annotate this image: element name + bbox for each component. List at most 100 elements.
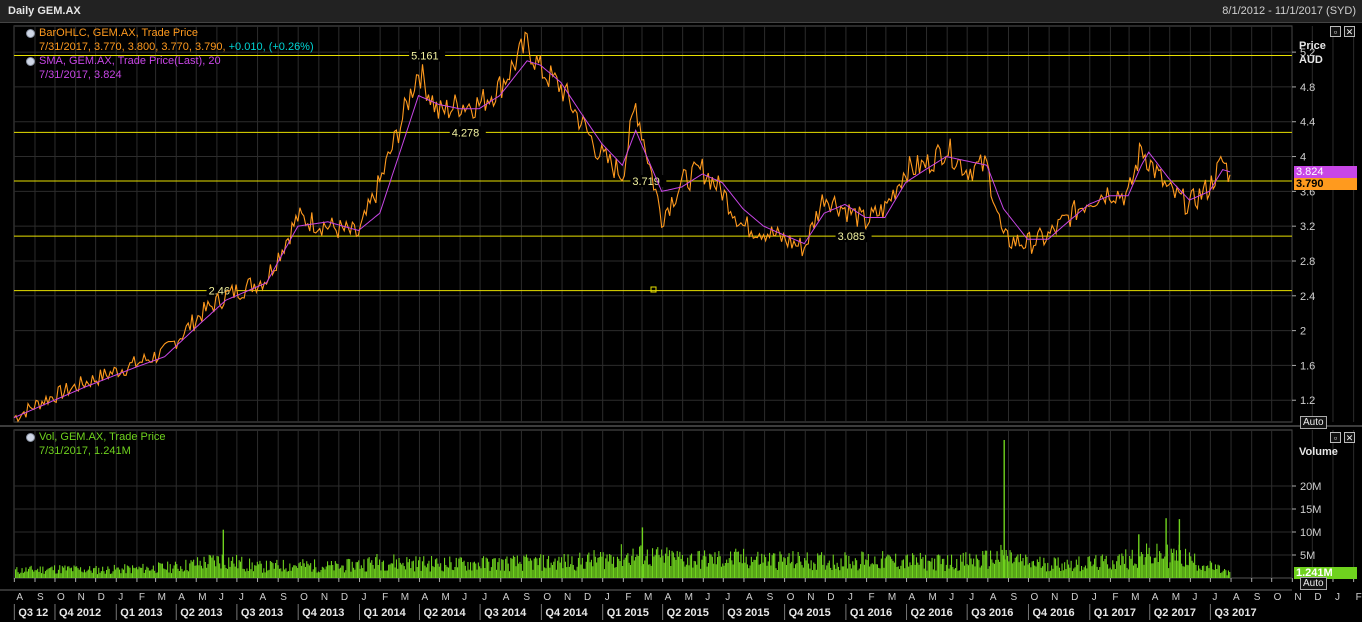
volume-bar — [407, 562, 409, 578]
volume-bar — [199, 560, 201, 578]
volume-bar — [454, 567, 456, 578]
volume-bar — [135, 567, 137, 578]
volume-bar — [787, 556, 789, 578]
month-label: A — [1152, 592, 1159, 603]
volume-bar — [1019, 553, 1021, 578]
month-label: A — [665, 592, 672, 603]
volume-bar — [644, 560, 646, 578]
volume-restore-button[interactable]: ▫ — [1330, 432, 1341, 443]
volume-bar — [31, 569, 33, 578]
volume-bar — [636, 554, 638, 578]
volume-bar — [1034, 565, 1036, 578]
volume-bar — [324, 569, 326, 578]
volume-bar — [399, 562, 401, 578]
volume-bar — [48, 568, 50, 578]
volume-bar — [791, 561, 793, 578]
volume-bar — [653, 556, 655, 578]
volume-bar — [700, 568, 702, 578]
volume-bar — [731, 560, 733, 578]
volume-bar — [949, 564, 951, 578]
volume-bar — [1182, 566, 1184, 578]
volume-bar — [103, 571, 105, 578]
volume-bar — [596, 562, 598, 578]
volume-bar — [37, 568, 39, 578]
clock-icon[interactable] — [26, 432, 35, 442]
price-auto-button[interactable]: Auto — [1300, 416, 1327, 429]
volume-legend-values: 7/31/2017, 1.241M — [39, 445, 131, 457]
volume-bar — [333, 570, 335, 578]
volume-bar — [726, 559, 728, 578]
volume-bar — [252, 571, 254, 578]
volume-bar — [947, 555, 949, 578]
volume-auto-button[interactable]: Auto — [1300, 577, 1327, 590]
chart-svg[interactable]: 5.1614.2783.7193.0852.46 1.21.622.42.83.… — [0, 22, 1362, 622]
volume-bar — [340, 567, 342, 578]
volume-bar — [421, 561, 423, 578]
chart-window: Daily GEM.AX 8/1/2012 - 11/1/2017 (SYD) … — [0, 0, 1362, 622]
volume-bar — [418, 560, 420, 578]
volume-bar — [564, 561, 566, 578]
price-tick-label: 2.4 — [1300, 291, 1315, 303]
month-label: M — [888, 592, 896, 603]
month-label: D — [827, 592, 834, 603]
month-label: J — [239, 592, 244, 603]
quarter-label: Q3 2013 — [241, 607, 283, 619]
volume-bar — [1161, 558, 1163, 578]
volume-bar — [827, 562, 829, 578]
price-close-button[interactable]: ✕ — [1344, 26, 1355, 37]
clock-icon[interactable] — [26, 56, 35, 66]
volume-bar — [992, 562, 994, 578]
volume-bar — [670, 566, 672, 578]
volume-bar — [665, 553, 667, 578]
volume-bar — [1031, 561, 1033, 578]
volume-bar — [72, 571, 74, 578]
volume-bar — [390, 563, 392, 578]
quarter-label: Q1 2014 — [363, 607, 406, 619]
volume-bar — [921, 558, 923, 578]
volume-bar — [393, 554, 395, 578]
volume-bar — [501, 559, 503, 578]
month-label: F — [625, 592, 631, 603]
volume-bar — [1068, 564, 1070, 578]
volume-bar — [480, 568, 482, 578]
volume-bar — [1075, 559, 1077, 578]
volume-bar — [362, 568, 364, 578]
volume-bar — [25, 567, 27, 578]
volume-bar — [986, 550, 988, 578]
volume-bar — [956, 559, 958, 578]
quarter-label: Q3 2017 — [1214, 607, 1256, 619]
volume-bar — [579, 552, 581, 578]
volume-bar — [51, 566, 53, 578]
month-label: M — [198, 592, 206, 603]
volume-bar — [988, 566, 990, 578]
volume-bar — [290, 570, 292, 578]
clock-icon[interactable] — [26, 28, 35, 38]
volume-bar — [256, 561, 258, 578]
volume-close-button[interactable]: ✕ — [1344, 432, 1355, 443]
volume-bar — [327, 561, 329, 578]
volume-bar — [904, 568, 906, 578]
volume-bar — [850, 568, 852, 578]
volume-bar — [298, 563, 300, 578]
volume-bar — [224, 564, 226, 578]
volume-bar — [1112, 560, 1114, 578]
price-restore-button[interactable]: ▫ — [1330, 26, 1341, 37]
price-legend: BarOHLC, GEM.AX, Trade Price 7/31/2017, … — [26, 26, 314, 82]
volume-bar — [96, 574, 98, 578]
volume-bar — [486, 558, 488, 578]
volume-bar — [834, 564, 836, 578]
volume-bar — [589, 562, 591, 578]
volume-bar — [979, 567, 981, 578]
ohlc-legend-change: +0.010, (+0.26%) — [228, 41, 314, 53]
volume-bar — [654, 555, 656, 578]
volume-bar — [511, 558, 513, 578]
volume-bar — [286, 571, 288, 578]
volume-bar — [705, 556, 707, 578]
volume-bar — [161, 563, 163, 578]
volume-bar — [990, 550, 992, 578]
volume-bar — [736, 551, 738, 578]
volume-bar — [346, 559, 348, 578]
volume-bar — [1087, 556, 1089, 578]
volume-bar — [368, 557, 370, 578]
volume-bar — [42, 566, 44, 578]
